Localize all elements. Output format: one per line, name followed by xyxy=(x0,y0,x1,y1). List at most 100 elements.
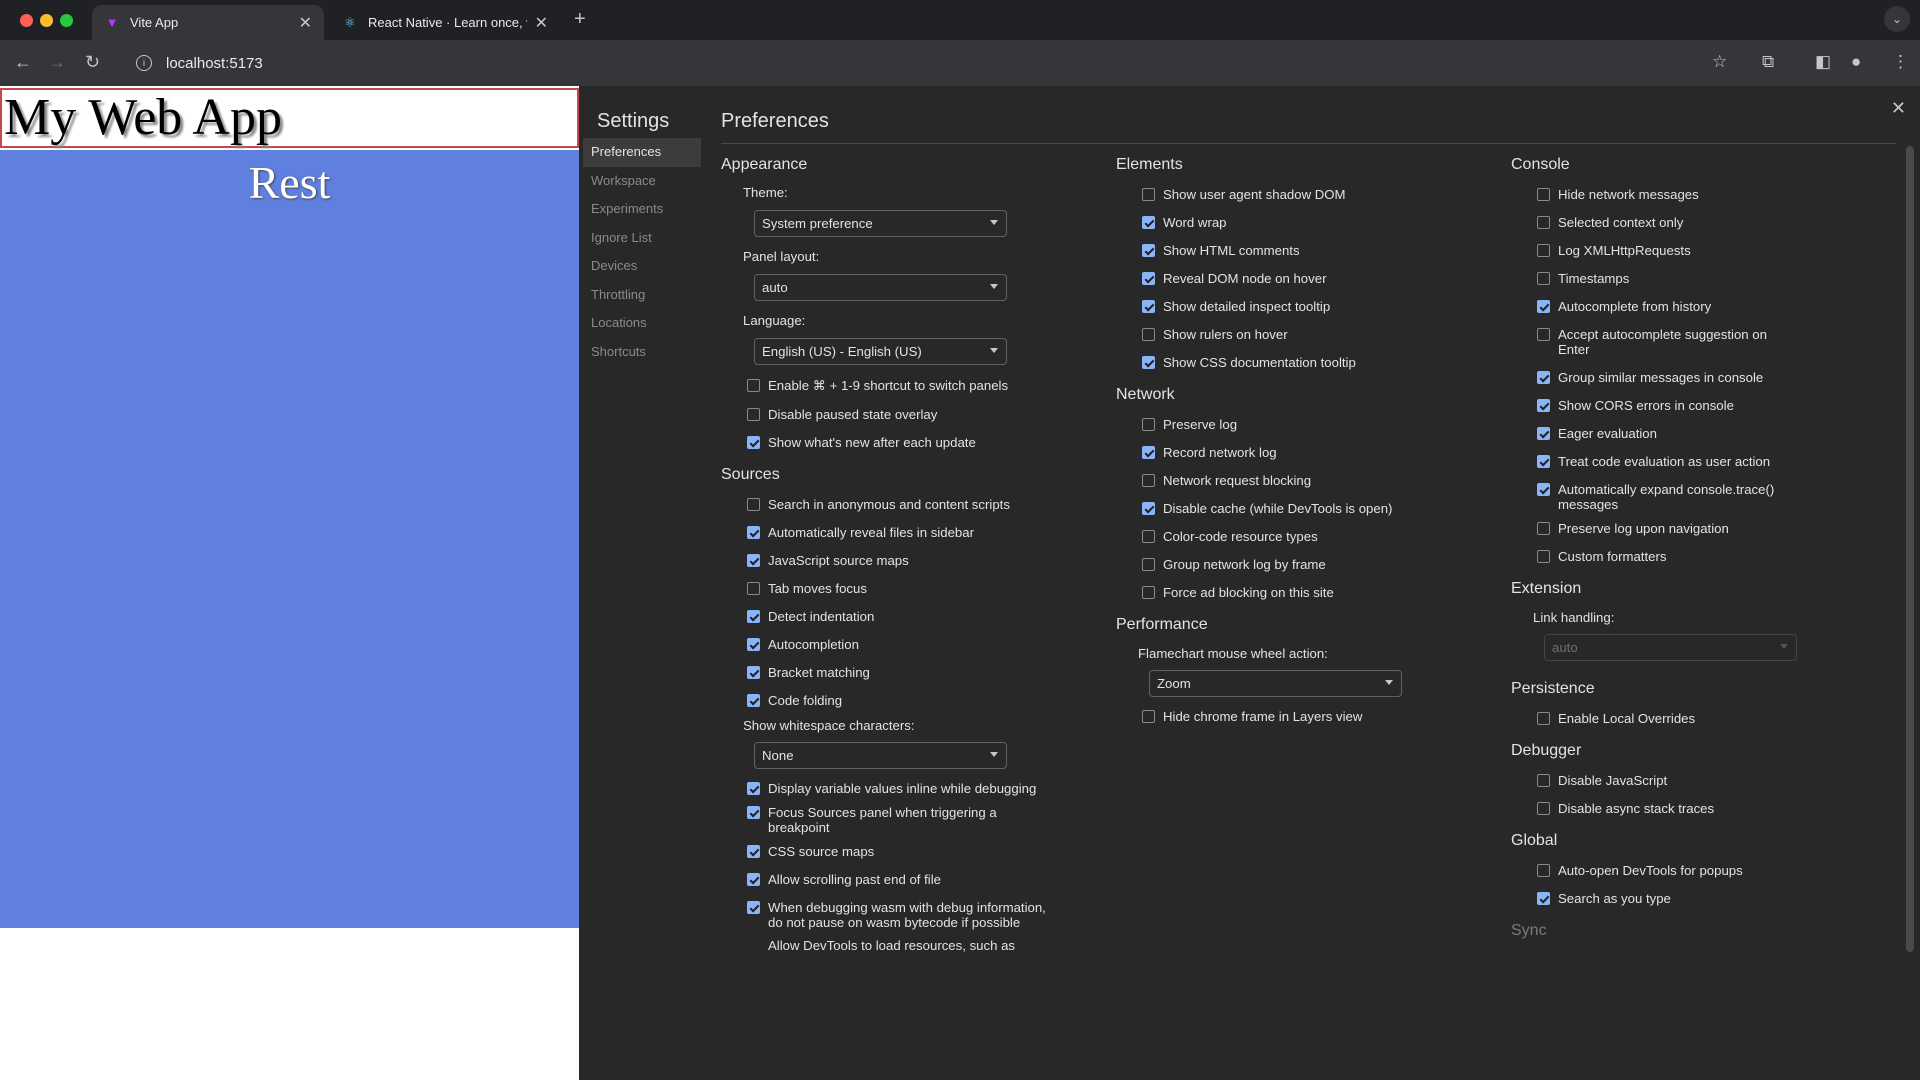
forward-arrow-icon[interactable]: → xyxy=(48,52,66,73)
checkbox-option[interactable]: Autocomplete from history xyxy=(1537,299,1797,314)
checkbox-unchecked[interactable] xyxy=(1537,216,1550,229)
checkbox-checked[interactable] xyxy=(1537,483,1550,496)
checkbox-unchecked[interactable] xyxy=(1537,774,1550,787)
checkbox-option[interactable]: Group network log by frame xyxy=(1142,557,1476,572)
checkbox-checked[interactable] xyxy=(747,845,760,858)
checkbox-checked[interactable] xyxy=(747,806,760,819)
address-bar[interactable]: i localhost:5173 xyxy=(122,47,1742,79)
maximize-window-button[interactable] xyxy=(60,14,73,27)
checkbox-option[interactable]: Detect indentation xyxy=(747,609,1081,624)
checkbox-option[interactable]: Color-code resource types xyxy=(1142,529,1476,544)
checkbox-option[interactable]: Eager evaluation xyxy=(1537,426,1797,441)
checkbox-checked[interactable] xyxy=(1142,446,1155,459)
close-tab-icon[interactable]: ✕ xyxy=(535,13,548,33)
reload-icon[interactable]: ↻ xyxy=(85,52,100,73)
checkbox-checked[interactable] xyxy=(1537,371,1550,384)
menu-kebab-icon[interactable]: ⋮ xyxy=(1892,52,1909,72)
checkbox-checked[interactable] xyxy=(747,610,760,623)
minimize-window-button[interactable] xyxy=(40,14,53,27)
checkbox-option[interactable]: Preserve log upon navigation xyxy=(1537,521,1797,536)
checkbox-unchecked[interactable] xyxy=(1537,802,1550,815)
checkbox-option[interactable]: Show detailed inspect tooltip xyxy=(1142,299,1476,314)
checkbox-option[interactable]: Show HTML comments xyxy=(1142,243,1476,258)
checkbox-checked[interactable] xyxy=(747,782,760,795)
checkbox-option[interactable]: Display variable values inline while deb… xyxy=(747,781,1057,796)
checkbox-option[interactable]: Group similar messages in console xyxy=(1537,370,1797,385)
sidebar-item-shortcuts[interactable]: Shortcuts xyxy=(583,338,701,367)
checkbox-checked[interactable] xyxy=(1142,356,1155,369)
bookmark-star-icon[interactable]: ☆ xyxy=(1712,52,1727,72)
checkbox-option[interactable]: Show CSS documentation tooltip xyxy=(1142,355,1476,370)
checkbox-checked[interactable] xyxy=(1142,272,1155,285)
panel-layout-select[interactable]: auto xyxy=(754,274,1007,301)
checkbox-checked[interactable] xyxy=(747,436,760,449)
checkbox-option[interactable]: Selected context only xyxy=(1537,215,1797,230)
checkbox-option[interactable]: Show user agent shadow DOM xyxy=(1142,187,1476,202)
checkbox-checked[interactable] xyxy=(747,554,760,567)
checkbox-checked[interactable] xyxy=(747,694,760,707)
checkbox-checked[interactable] xyxy=(747,873,760,886)
close-tab-icon[interactable]: ✕ xyxy=(299,13,312,33)
checkbox-unchecked[interactable] xyxy=(1537,522,1550,535)
checkbox-option[interactable]: Tab moves focus xyxy=(747,581,1081,596)
checkbox-unchecked[interactable] xyxy=(1142,474,1155,487)
flamechart-select[interactable]: Zoom xyxy=(1149,670,1402,697)
checkbox-checked[interactable] xyxy=(1142,300,1155,313)
checkbox-option[interactable]: Automatically reveal files in sidebar xyxy=(747,525,1081,540)
checkbox-unchecked[interactable] xyxy=(747,498,760,511)
checkbox-checked[interactable] xyxy=(747,638,760,651)
checkbox-option[interactable]: Search as you type xyxy=(1537,891,1841,906)
checkbox-unchecked[interactable] xyxy=(1537,864,1550,877)
checkbox-option[interactable]: Network request blocking xyxy=(1142,473,1476,488)
checkbox-unchecked[interactable] xyxy=(1537,328,1550,341)
checkbox-option[interactable]: Word wrap xyxy=(1142,215,1476,230)
sidebar-item-locations[interactable]: Locations xyxy=(583,309,701,338)
checkbox-checked[interactable] xyxy=(1537,892,1550,905)
checkbox-checked[interactable] xyxy=(1142,502,1155,515)
checkbox-option[interactable]: JavaScript source maps xyxy=(747,553,1081,568)
checkbox-option[interactable]: Show what's new after each update xyxy=(747,435,1081,450)
checkbox-checked[interactable] xyxy=(1142,216,1155,229)
checkbox-option[interactable]: Hide chrome frame in Layers view xyxy=(1142,709,1476,724)
checkbox-option[interactable]: Auto-open DevTools for popups xyxy=(1537,863,1841,878)
sidebar-item-throttling[interactable]: Throttling xyxy=(583,281,701,310)
checkbox-option[interactable]: Treat code evaluation as user action xyxy=(1537,454,1797,469)
checkbox-unchecked[interactable] xyxy=(747,408,760,421)
checkbox-unchecked[interactable] xyxy=(1142,328,1155,341)
language-select[interactable]: English (US) - English (US) xyxy=(754,338,1007,365)
close-window-button[interactable] xyxy=(20,14,33,27)
new-tab-button[interactable]: + xyxy=(574,8,586,31)
checkbox-option[interactable]: Enable ⌘ + 1-9 shortcut to switch panels xyxy=(747,378,1081,394)
checkbox-unchecked[interactable] xyxy=(1537,712,1550,725)
checkbox-checked[interactable] xyxy=(1142,244,1155,257)
checkbox-option[interactable]: Log XMLHttpRequests xyxy=(1537,243,1797,258)
checkbox-option[interactable]: Hide network messages xyxy=(1537,187,1797,202)
close-settings-icon[interactable]: ✕ xyxy=(1891,98,1906,119)
checkbox-unchecked[interactable] xyxy=(1142,586,1155,599)
checkbox-option[interactable]: Automatically expand console.trace() mes… xyxy=(1537,482,1797,512)
checkbox-option[interactable]: When debugging wasm with debug informati… xyxy=(747,900,1057,930)
theme-select[interactable]: System preference xyxy=(754,210,1007,237)
checkbox-option[interactable]: CSS source maps xyxy=(747,844,1057,859)
checkbox-unchecked[interactable] xyxy=(1142,558,1155,571)
settings-scrollbar[interactable] xyxy=(1906,146,1914,952)
checkbox-option[interactable]: Record network log xyxy=(1142,445,1476,460)
sidebar-item-ignore-list[interactable]: Ignore List xyxy=(583,224,701,253)
checkbox-option[interactable]: Reveal DOM node on hover xyxy=(1142,271,1476,286)
checkbox-option[interactable]: Show rulers on hover xyxy=(1142,327,1476,342)
checkbox-unchecked[interactable] xyxy=(1537,188,1550,201)
whitespace-select[interactable]: None xyxy=(754,742,1007,769)
extensions-puzzle-icon[interactable]: ⧉ xyxy=(1762,52,1774,72)
checkbox-checked[interactable] xyxy=(1537,300,1550,313)
checkbox-option[interactable]: Show CORS errors in console xyxy=(1537,398,1797,413)
checkbox-checked[interactable] xyxy=(747,901,760,914)
checkbox-checked[interactable] xyxy=(747,666,760,679)
checkbox-option[interactable]: Disable cache (while DevTools is open) xyxy=(1142,501,1476,516)
checkbox-unchecked[interactable] xyxy=(1537,244,1550,257)
sidebar-item-workspace[interactable]: Workspace xyxy=(583,167,701,196)
tab-vite-app[interactable]: ▼ Vite App ✕ xyxy=(92,5,324,40)
side-panel-icon[interactable]: ◧ xyxy=(1815,52,1831,72)
checkbox-unchecked[interactable] xyxy=(1537,550,1550,563)
checkbox-option[interactable]: Focus Sources panel when triggering a br… xyxy=(747,805,1057,835)
tab-react-native[interactable]: ⚛ React Native · Learn once, wr ✕ xyxy=(330,5,560,40)
